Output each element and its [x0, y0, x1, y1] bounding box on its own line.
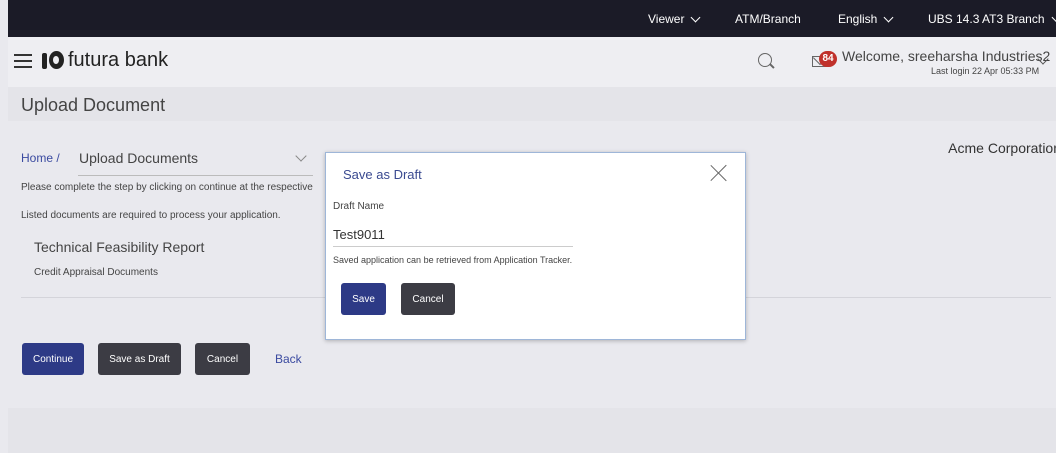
company-name: Acme Corporation	[948, 140, 1056, 156]
document-title: Technical Feasibility Report	[34, 239, 205, 255]
document-category: Credit Appraisal Documents	[34, 267, 158, 278]
chevron-down-icon	[295, 150, 307, 162]
page-title: Upload Document	[21, 95, 166, 115]
atm-branch-link[interactable]: ATM/Branch	[735, 12, 801, 26]
document-step-value: Upload Documents	[79, 150, 199, 166]
footer	[8, 408, 1056, 453]
document-step-select[interactable]: Upload Documents	[78, 150, 313, 176]
last-login-text: Last login 22 Apr 05:33 PM	[931, 66, 1040, 76]
dialog-hint: Saved application can be retrieved from …	[333, 255, 573, 265]
breadcrumb: Home /	[21, 151, 60, 165]
dialog-cancel-button[interactable]: Cancel	[401, 283, 455, 315]
breadcrumb-home-link[interactable]: Home /	[21, 151, 60, 165]
required-docs-text: Listed documents are required to process…	[21, 210, 281, 221]
save-draft-dialog: Save as Draft Draft Name Saved applicati…	[325, 152, 746, 340]
back-link[interactable]: Back	[275, 352, 302, 366]
draft-name-label: Draft Name	[333, 201, 385, 212]
save-as-draft-button[interactable]: Save as Draft	[98, 343, 181, 375]
welcome-text[interactable]: Welcome, sreeharsha Industries2	[842, 48, 1050, 64]
header: futura bank 84 Welcome, sreeharsha Indus…	[8, 37, 1056, 87]
chevron-down-icon	[691, 12, 701, 22]
search-icon[interactable]	[758, 53, 772, 67]
mail-count-badge: 84	[819, 51, 837, 67]
logo[interactable]: futura bank	[42, 49, 168, 72]
instruction-text: Please complete the step by clicking on …	[21, 182, 313, 193]
viewer-label: Viewer	[648, 12, 685, 26]
atm-branch-label: ATM/Branch	[735, 12, 801, 26]
dialog-title: Save as Draft	[343, 167, 422, 182]
page-title-bar: Upload Document	[8, 87, 1056, 121]
top-bar: Viewer ATM/Branch English UBS 14.3 AT3 B…	[8, 0, 1056, 37]
logo-text: futura bank	[68, 49, 169, 71]
draft-name-input[interactable]	[333, 222, 573, 247]
branch-menu[interactable]: UBS 14.3 AT3 Branch	[928, 12, 1056, 26]
chevron-down-icon	[883, 12, 894, 22]
hamburger-menu-icon[interactable]	[14, 54, 32, 68]
chevron-down-icon	[1051, 12, 1056, 22]
bank-logo-icon	[42, 50, 64, 72]
close-icon[interactable]	[709, 163, 729, 183]
language-label: English	[838, 12, 878, 26]
continue-button[interactable]: Continue	[22, 343, 84, 375]
dialog-save-button[interactable]: Save	[341, 283, 386, 315]
branch-label: UBS 14.3 AT3 Branch	[928, 12, 1045, 26]
cancel-button[interactable]: Cancel	[195, 343, 250, 375]
language-menu[interactable]: English	[838, 12, 894, 26]
viewer-menu[interactable]: Viewer	[648, 12, 701, 26]
